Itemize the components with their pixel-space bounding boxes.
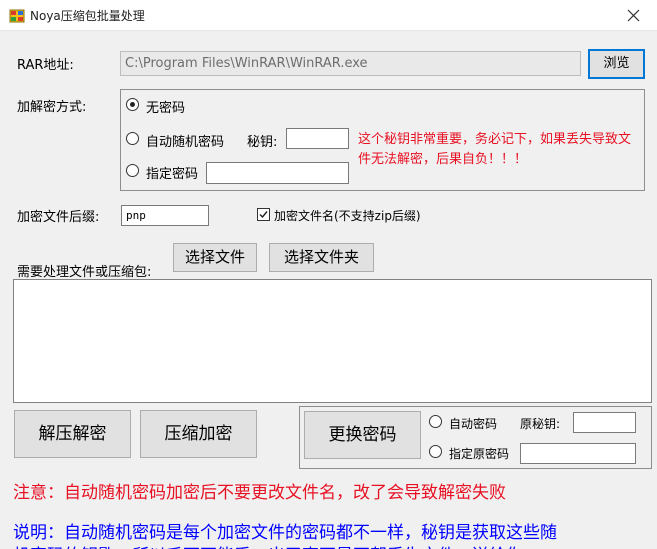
specified-password-field[interactable] [206, 162, 349, 184]
encrypt-filename-checkbox[interactable] [257, 208, 270, 221]
auto-random-label: 自动随机密码 [146, 135, 225, 150]
auto-password-radio[interactable] [429, 415, 442, 428]
suffix-field[interactable]: pnp [121, 205, 209, 226]
description-line-2: 机密码的钥匙，所以千万不能丢，出了事不是不帮丢失文件，送给你 [13, 541, 523, 549]
auto-random-radio[interactable] [126, 132, 139, 145]
original-key-label: 原秘钥: [520, 417, 561, 431]
rar-path-label: RAR地址: [17, 58, 74, 73]
files-label: 需要处理文件或压缩包: [17, 265, 152, 280]
rar-path-field[interactable]: C:\Program Files\WinRAR\WinRAR.exe [120, 51, 581, 76]
description-line-1: 说明：自动随机密码是每个加密文件的密码都不一样，秘钥是获取这些随 [13, 523, 557, 543]
select-file-button[interactable]: 选择文件 [173, 243, 257, 272]
specified-original-field[interactable] [520, 443, 636, 464]
specified-password-label: 指定密码 [146, 167, 199, 182]
specified-original-radio[interactable] [429, 445, 442, 458]
original-key-field[interactable] [573, 412, 636, 433]
decompress-decrypt-button[interactable]: 解压解密 [14, 410, 131, 458]
mode-label: 加解密方式: [17, 100, 87, 115]
key-field[interactable] [286, 128, 349, 149]
browse-button[interactable]: 浏览 [588, 49, 645, 79]
encrypt-filename-label: 加密文件名(不支持zip后缀) [274, 209, 421, 223]
app-window: Noya压缩包批量处理 RAR地址: C:\Program Files\WinR… [0, 0, 657, 549]
window-title: Noya压缩包批量处理 [30, 9, 145, 23]
change-password-button[interactable]: 更换密码 [304, 411, 421, 459]
select-folder-button[interactable]: 选择文件夹 [269, 243, 374, 272]
key-label: 秘钥: [247, 135, 278, 150]
auto-password-label: 自动密码 [449, 417, 498, 431]
no-password-radio[interactable] [126, 98, 139, 111]
title-bar: Noya压缩包批量处理 [0, 0, 657, 31]
specified-original-label: 指定原密码 [449, 447, 510, 461]
no-password-label: 无密码 [146, 101, 186, 116]
close-icon [627, 9, 640, 22]
compress-encrypt-button[interactable]: 压缩加密 [140, 410, 257, 458]
suffix-label: 加密文件后缀: [17, 210, 100, 225]
key-warning-text: 这个秘钥非常重要，务必记下，如果丢失导致文件无法解密，后果自负！！！ [358, 132, 632, 167]
notice-text: 注意：自动随机密码加密后不要更改文件名，改了会导致解密失败 [13, 483, 506, 503]
close-button[interactable] [611, 0, 657, 31]
file-list[interactable] [13, 279, 652, 403]
app-icon [9, 9, 25, 23]
specified-password-radio[interactable] [126, 164, 139, 177]
check-icon [259, 211, 268, 219]
